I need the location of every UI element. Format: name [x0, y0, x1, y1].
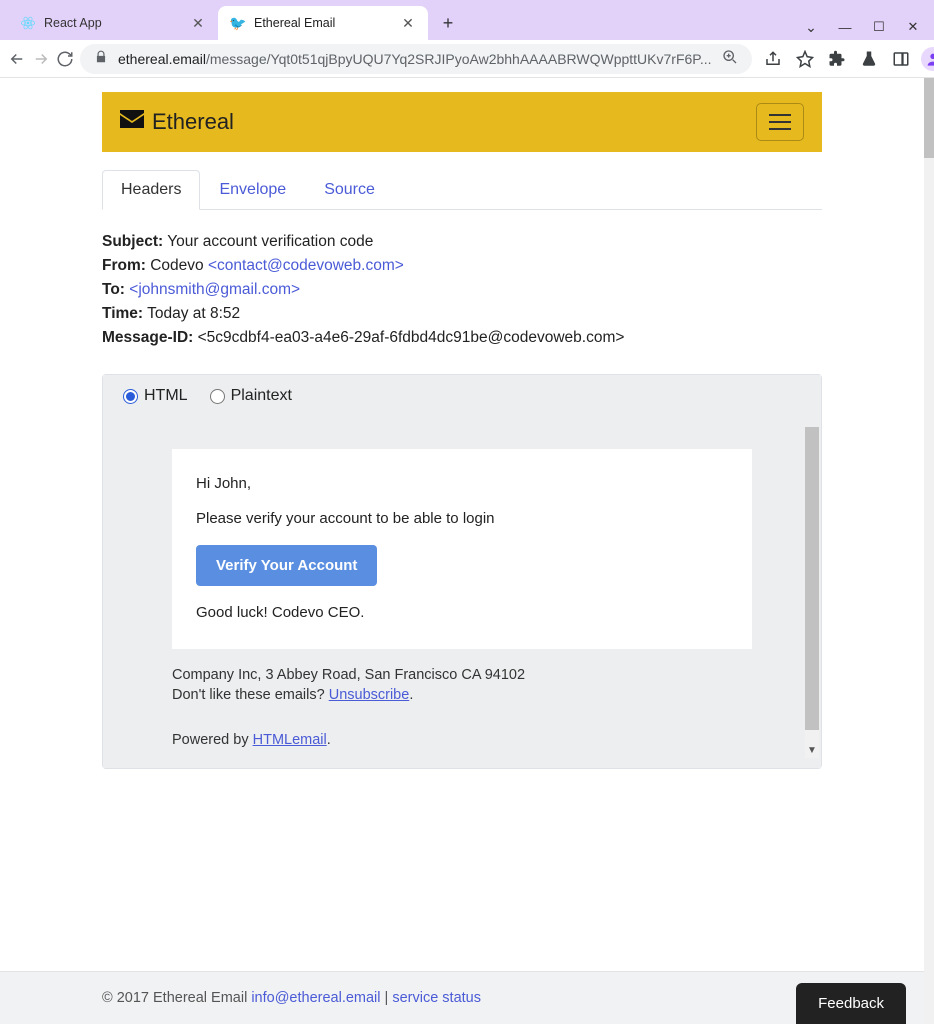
- scrollbar-thumb[interactable]: [924, 78, 934, 158]
- new-tab-button[interactable]: +: [434, 9, 462, 37]
- message-body: ▼ Hi John, Please verify your account to…: [103, 417, 821, 768]
- flask-icon[interactable]: [854, 44, 884, 74]
- lock-icon: [94, 50, 108, 67]
- browser-titlebar: React App ✕ 🐦 Ethereal Email ✕ + ⌄ — ☐ ✕: [0, 0, 934, 40]
- forward-button[interactable]: [32, 45, 50, 73]
- verify-account-button[interactable]: Verify Your Account: [196, 545, 377, 586]
- reload-button[interactable]: [56, 45, 74, 73]
- panel-icon[interactable]: [886, 44, 916, 74]
- headers-block: Subject: Your account verification code …: [102, 210, 822, 368]
- copyright: © 2017 Ethereal Email: [102, 990, 251, 1006]
- email-content: Hi John, Please verify your account to b…: [172, 449, 752, 649]
- htmlemail-link[interactable]: HTMLemail: [253, 732, 327, 748]
- email-line1: Please verify your account to be able to…: [196, 510, 728, 527]
- tab-title: React App: [44, 16, 182, 30]
- from-email-link[interactable]: <contact@codevoweb.com>: [208, 257, 404, 274]
- powered-by: Powered by HTMLemail.: [172, 730, 752, 750]
- close-icon[interactable]: ✕: [190, 15, 206, 31]
- zoom-icon[interactable]: [722, 49, 738, 68]
- format-html[interactable]: HTML: [123, 387, 188, 405]
- tab-title: Ethereal Email: [254, 16, 392, 30]
- star-icon[interactable]: [790, 44, 820, 74]
- scroll-down-arrow[interactable]: ▼: [805, 744, 819, 758]
- toolbar-right: [758, 44, 934, 74]
- browser-toolbar: ethereal.email/message/Yqt0t51qjBpyUQU7Y…: [0, 40, 934, 78]
- footer-email-link[interactable]: info@ethereal.email: [251, 990, 380, 1006]
- menu-toggle[interactable]: [756, 103, 804, 141]
- react-favicon: [20, 15, 36, 31]
- mail-icon: [120, 110, 144, 134]
- tabs-row: React App ✕ 🐦 Ethereal Email ✕ +: [0, 0, 462, 40]
- email-greeting: Hi John,: [196, 475, 728, 492]
- extensions-icon[interactable]: [822, 44, 852, 74]
- share-icon[interactable]: [758, 44, 788, 74]
- header-subject: Subject: Your account verification code: [102, 230, 822, 254]
- close-window-button[interactable]: ✕: [896, 14, 930, 40]
- message-nav-tabs: Headers Envelope Source: [102, 170, 822, 210]
- page-content: Ethereal Headers Envelope Source Subject…: [0, 78, 924, 1024]
- tab-envelope[interactable]: Envelope: [200, 170, 305, 209]
- brand[interactable]: Ethereal: [120, 109, 234, 135]
- minimize-button[interactable]: —: [828, 14, 862, 40]
- site-footer: © 2017 Ethereal Email info@ethereal.emai…: [0, 971, 924, 1024]
- email-footer: Company Inc, 3 Abbey Road, San Francisco…: [172, 665, 752, 750]
- site-navbar: Ethereal: [102, 92, 822, 152]
- unsubscribe-link[interactable]: Unsubscribe: [329, 687, 410, 703]
- profile-button[interactable]: [918, 44, 934, 74]
- format-bar: HTML Plaintext: [103, 375, 821, 417]
- brand-text: Ethereal: [152, 109, 234, 135]
- address-bar[interactable]: ethereal.email/message/Yqt0t51qjBpyUQU7Y…: [80, 44, 752, 74]
- header-from: From: Codevo <contact@codevoweb.com>: [102, 254, 822, 278]
- page-scrollbar[interactable]: [924, 78, 934, 1024]
- feedback-button[interactable]: Feedback: [796, 983, 906, 1024]
- tab-react-app[interactable]: React App ✕: [8, 6, 218, 40]
- close-icon[interactable]: ✕: [400, 15, 416, 31]
- tab-headers[interactable]: Headers: [102, 170, 200, 210]
- url-text: ethereal.email/message/Yqt0t51qjBpyUQU7Y…: [118, 51, 712, 67]
- company-address: Company Inc, 3 Abbey Road, San Francisco…: [172, 665, 752, 685]
- unsubscribe-line: Don't like these emails? Unsubscribe.: [172, 685, 752, 705]
- back-button[interactable]: [8, 45, 26, 73]
- format-plaintext[interactable]: Plaintext: [210, 387, 292, 405]
- to-email-link[interactable]: <johnsmith@gmail.com>: [129, 281, 300, 298]
- ethereal-favicon: 🐦: [230, 15, 246, 31]
- tab-source[interactable]: Source: [305, 170, 394, 209]
- inner-scrollbar[interactable]: ▼: [805, 427, 819, 758]
- format-html-radio[interactable]: [123, 389, 138, 404]
- format-plaintext-radio[interactable]: [210, 389, 225, 404]
- header-time: Time: Today at 8:52: [102, 302, 822, 326]
- email-signoff: Good luck! Codevo CEO.: [196, 604, 728, 621]
- maximize-button[interactable]: ☐: [862, 14, 896, 40]
- tab-ethereal-email[interactable]: 🐦 Ethereal Email ✕: [218, 6, 428, 40]
- message-card: HTML Plaintext ▼ Hi John, Please verify …: [102, 374, 822, 769]
- chevron-down-icon[interactable]: ⌄: [794, 14, 828, 40]
- service-status-link[interactable]: service status: [392, 990, 481, 1006]
- header-message-id: Message-ID: <5c9cdbf4-ea03-a4e6-29af-6fd…: [102, 326, 822, 350]
- header-to: To: <johnsmith@gmail.com>: [102, 278, 822, 302]
- window-controls: ⌄ — ☐ ✕: [794, 12, 934, 40]
- inner-scroll-thumb[interactable]: [805, 427, 819, 730]
